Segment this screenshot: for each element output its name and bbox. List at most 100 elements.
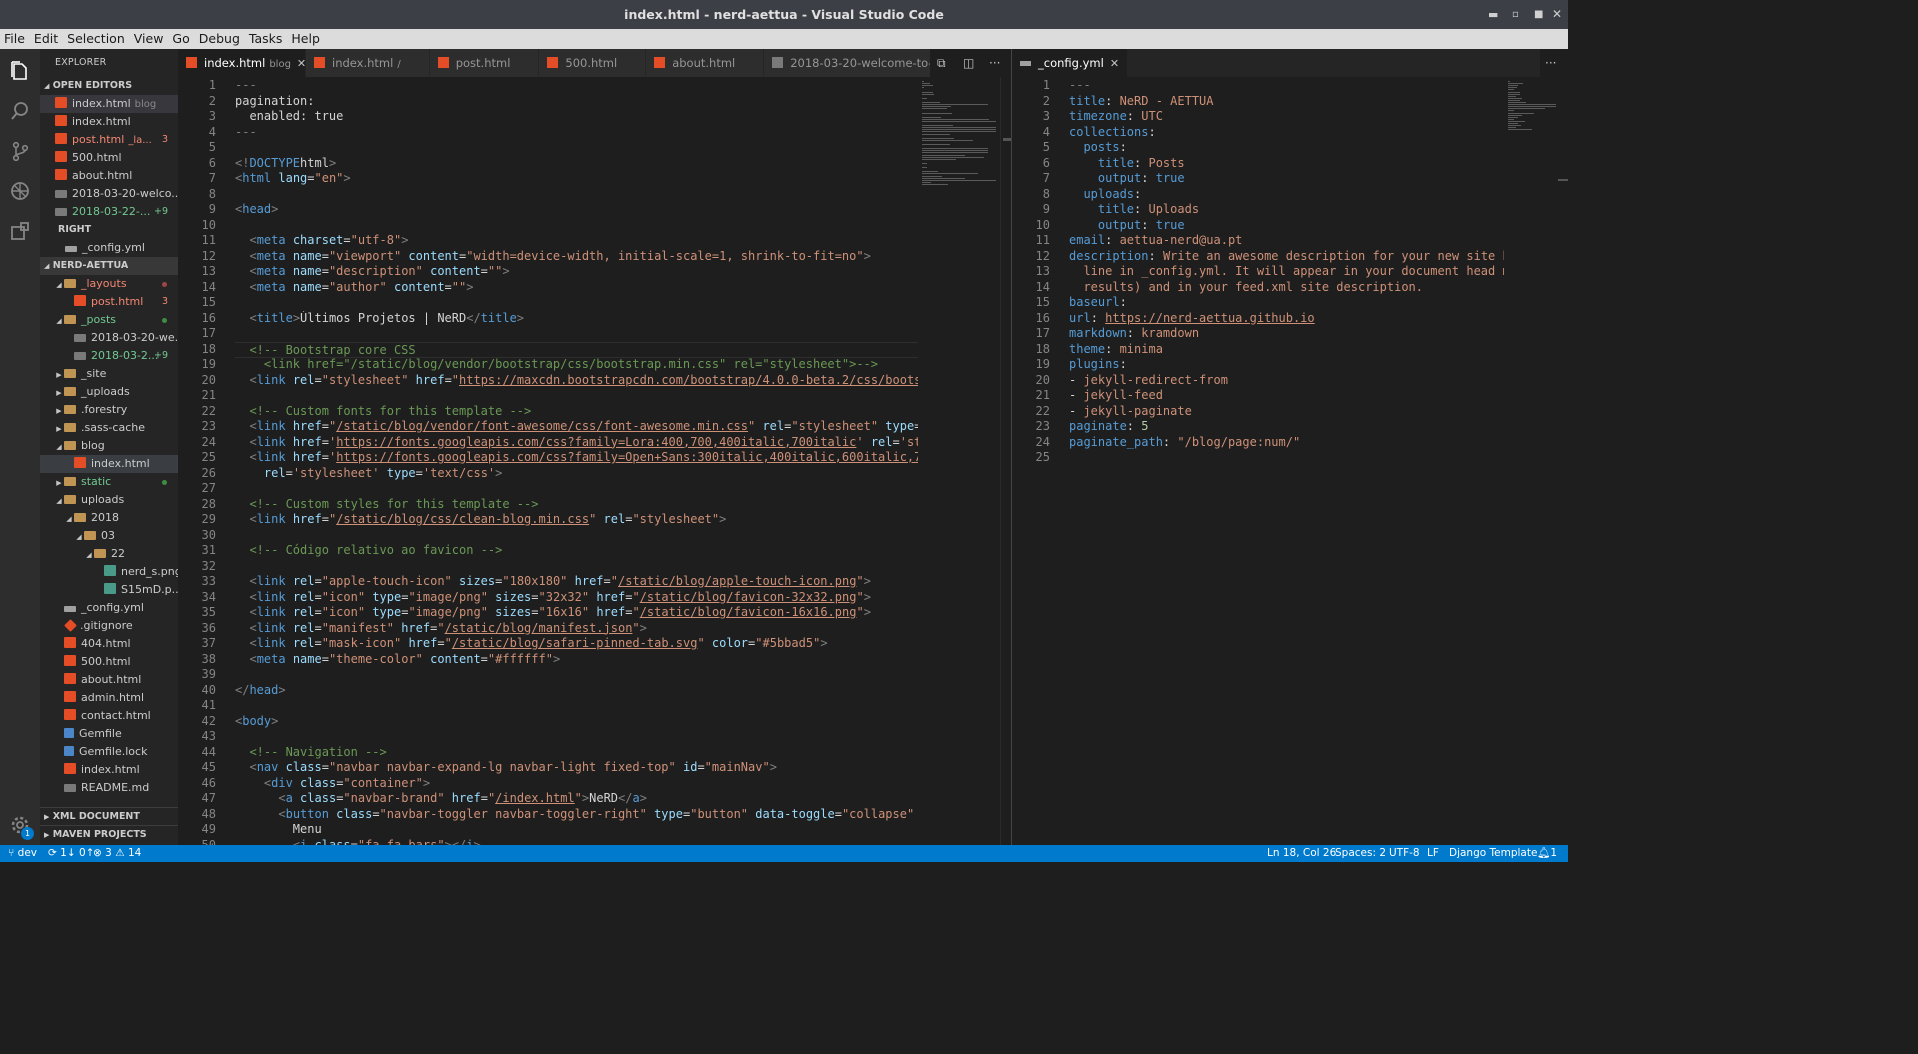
menu-file[interactable]: File (0, 29, 30, 49)
tree-item[interactable]: ◢ _layouts (40, 275, 178, 293)
tree-item[interactable]: ◢ 2018 (40, 509, 178, 527)
tree-item[interactable]: ◢ 22 (40, 545, 178, 563)
tree-item[interactable]: S15mD.p... (40, 581, 178, 599)
split-editor-icon[interactable]: ◫ (963, 49, 974, 77)
tree-item[interactable]: ◢ uploads (40, 491, 178, 509)
menu-selection[interactable]: Selection (63, 29, 130, 49)
right-scrollbar[interactable] (1556, 77, 1568, 845)
expanded-chevron-icon[interactable]: ◢ (54, 438, 64, 455)
settings-gear-icon[interactable]: 1 (6, 811, 34, 840)
expanded-chevron-icon[interactable]: ◢ (74, 528, 84, 545)
editor-tab[interactable]: index.html blog ✕ (178, 49, 306, 77)
close-tab-icon[interactable]: ✕ (1110, 57, 1119, 70)
notifications-item[interactable]: 🔔︎1 (1537, 845, 1557, 862)
tree-item[interactable]: admin.html (40, 689, 178, 707)
restore-icon[interactable]: ▫ (1512, 0, 1519, 29)
open-editor-item[interactable]: _config.yml (40, 239, 178, 257)
right-minimap[interactable] (1504, 77, 1556, 845)
branch-item[interactable]: ⑂ dev (8, 845, 37, 862)
maximize-icon[interactable]: ■ (1534, 0, 1543, 29)
sync-item[interactable]: ⟳ 1↓ 0↑ (48, 845, 94, 862)
editor-tab[interactable]: about.html (646, 49, 765, 77)
menu-edit[interactable]: Edit (30, 29, 63, 49)
problems-item[interactable]: ⊗ 3 ⚠ 14 (93, 845, 141, 862)
indentation[interactable]: Spaces: 2 (1335, 845, 1386, 862)
editor-tab[interactable]: post.html (429, 49, 540, 77)
extensions-icon[interactable] (6, 217, 34, 245)
menu-debug[interactable]: Debug (195, 29, 245, 49)
menu-help[interactable]: Help (287, 29, 325, 49)
collapsed-chevron-icon[interactable]: ▶ (54, 420, 64, 437)
expanded-chevron-icon[interactable]: ◢ (54, 492, 64, 509)
open-editor-item[interactable]: 2018-03-20-welco... (40, 185, 178, 203)
menu-go[interactable]: Go (168, 29, 194, 49)
cursor-position[interactable]: Ln 18, Col 26 (1267, 845, 1336, 862)
tree-item[interactable]: index.html (40, 455, 178, 473)
editor-tab[interactable]: index.html / (306, 49, 430, 77)
tree-item[interactable]: ▶ .forestry (40, 401, 178, 419)
project-header[interactable]: ◢ NERD-AETTUA (40, 257, 178, 275)
right-group-header[interactable]: RIGHT (40, 221, 178, 239)
open-editor-item[interactable]: 2018-03-22-... +9 (40, 203, 178, 221)
tree-item[interactable]: ▶ static (40, 473, 178, 491)
tree-item[interactable]: ▶ _uploads (40, 383, 178, 401)
xml-document-header[interactable]: ▶ XML DOCUMENT (40, 807, 178, 825)
open-editor-item[interactable]: post.html _la... 3 (40, 131, 178, 149)
collapsed-chevron-icon[interactable]: ▶ (54, 366, 64, 383)
tree-item[interactable]: contact.html (40, 707, 178, 725)
open-editor-item[interactable]: index.html blog (40, 95, 178, 113)
tree-item[interactable]: 404.html (40, 635, 178, 653)
editor-tab[interactable]: 500.html (539, 49, 647, 77)
tree-item[interactable]: ◢ _posts (40, 311, 178, 329)
tree-item[interactable]: 2018-03-2... +9 (40, 347, 178, 365)
collapsed-chevron-icon[interactable]: ▶ (54, 384, 64, 401)
minimize-icon[interactable]: ▬ (1488, 0, 1498, 29)
tree-item[interactable]: about.html (40, 671, 178, 689)
maven-projects-header[interactable]: ▶ MAVEN PROJECTS (40, 825, 178, 843)
expanded-chevron-icon[interactable]: ◢ (84, 546, 94, 563)
tree-item[interactable]: ▶ _site (40, 365, 178, 383)
language-mode[interactable]: Django Template (1449, 845, 1537, 862)
tree-item[interactable]: ◢ 03 (40, 527, 178, 545)
more-actions-icon[interactable]: ··· (989, 49, 1000, 77)
tree-item[interactable]: Gemfile.lock (40, 743, 178, 761)
menu-view[interactable]: View (130, 29, 169, 49)
right-scroll-thumb[interactable] (1558, 179, 1568, 181)
tree-item[interactable]: ◢ blog (40, 437, 178, 455)
tree-item[interactable]: .gitignore (40, 617, 178, 635)
expanded-chevron-icon[interactable]: ◢ (54, 312, 64, 329)
tree-item[interactable]: 2018-03-20-we... (40, 329, 178, 347)
open-changes-icon[interactable]: ⧉ (937, 49, 946, 77)
tree-item[interactable]: ▶ .sass-cache (40, 419, 178, 437)
open-editor-item[interactable]: 500.html (40, 149, 178, 167)
source-control-icon[interactable] (6, 137, 34, 165)
more-actions-right-icon[interactable]: ··· (1545, 49, 1556, 77)
tree-item[interactable]: nerd_s.png (40, 563, 178, 581)
expanded-chevron-icon[interactable]: ◢ (54, 276, 64, 293)
left-minimap[interactable] (918, 77, 1000, 845)
editor-tab[interactable]: 2018-03-20-welcome-to-jekyll.markdow (764, 49, 930, 77)
open-editor-item[interactable]: about.html (40, 167, 178, 185)
line-ending[interactable]: LF (1427, 845, 1439, 862)
menu-tasks[interactable]: Tasks (245, 29, 288, 49)
collapsed-chevron-icon[interactable]: ▶ (54, 402, 64, 419)
tree-item[interactable]: README.md (40, 779, 178, 797)
editor-tab[interactable]: _config.yml ✕ (1012, 49, 1129, 77)
open-editors-header[interactable]: ◢ OPEN EDITORS (40, 77, 178, 95)
collapsed-chevron-icon[interactable]: ▶ (54, 474, 64, 491)
close-window-icon[interactable]: ✕ (1552, 0, 1562, 29)
explorer-icon[interactable] (6, 57, 34, 85)
tree-item[interactable]: 500.html (40, 653, 178, 671)
tree-item[interactable]: index.html (40, 761, 178, 779)
tree-item[interactable]: post.html 3 (40, 293, 178, 311)
tree-item[interactable]: _config.yml (40, 599, 178, 617)
tree-item[interactable]: Gemfile (40, 725, 178, 743)
left-scroll-thumb[interactable] (1003, 138, 1011, 141)
right-code-editor[interactable]: 1 --- 2 title: NeRD - AETTUA 3 timezone: UTC 4… (1012, 77, 1504, 845)
left-code-editor[interactable]: 1 --- 2 pagination: 3 enabled: true 4 --- 5 6 <!D… (178, 77, 918, 845)
debug-icon[interactable] (6, 177, 34, 205)
encoding[interactable]: UTF-8 (1389, 845, 1420, 862)
expanded-chevron-icon[interactable]: ◢ (64, 510, 74, 527)
close-tab-icon[interactable]: ✕ (297, 57, 306, 70)
search-icon[interactable] (6, 97, 34, 125)
